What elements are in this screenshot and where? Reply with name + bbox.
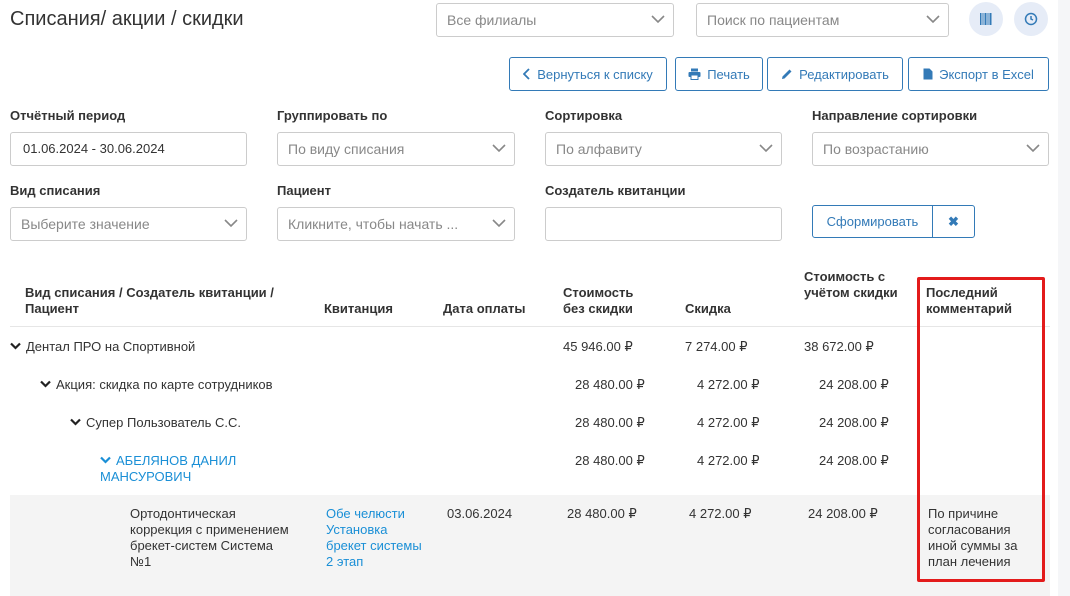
back-to-list-label: Вернуться к списку [537, 66, 653, 82]
print-icon [688, 68, 701, 80]
history-button[interactable] [1014, 2, 1048, 36]
branch-select[interactable]: Все филиалы [436, 3, 674, 37]
chevron-down-icon [70, 418, 81, 426]
sort-select-value: По алфавиту [556, 141, 642, 157]
edit-button[interactable]: Редактировать [767, 57, 903, 91]
scrollbar-track[interactable] [1058, 0, 1070, 596]
chevron-down-icon [492, 144, 506, 153]
chevron-down-icon [492, 219, 506, 228]
detail-pay-date: 03.06.2024 [447, 506, 513, 521]
barcode-icon [980, 13, 992, 25]
header-discount: Скидка [685, 301, 731, 316]
direction-label: Направление сортировки [812, 108, 978, 123]
back-to-list-button[interactable]: Вернуться к списку [509, 57, 667, 91]
detail-cost: 28 480.00 ₽ [567, 506, 637, 521]
sort-label: Сортировка [545, 108, 623, 123]
writeoff-type-label: Вид списания [10, 183, 101, 198]
row-discount: 4 272.00 ₽ [697, 377, 760, 392]
tree-row-branch[interactable]: Дентал ПРО на Спортивной [10, 339, 195, 355]
chevron-down-icon [40, 380, 51, 388]
print-label: Печать [707, 66, 750, 82]
detail-cost-after: 24 208.00 ₽ [808, 506, 878, 521]
patient-label: Пациент [277, 183, 332, 198]
tree-row-creator[interactable]: Супер Пользователь С.С. [70, 415, 241, 431]
page-title: Списания/ акции / скидки [10, 8, 244, 30]
chevron-down-icon [1026, 144, 1040, 153]
header-cost: Стоимость без скидки [563, 285, 634, 316]
export-excel-button[interactable]: Экспорт в Excel [908, 57, 1049, 91]
row-cost: 45 946.00 ₽ [563, 339, 633, 354]
direction-select-value: По возрастанию [823, 141, 929, 157]
chevron-down-icon [100, 456, 111, 464]
header-receipt: Квитанция [324, 301, 393, 316]
patient-search-select[interactable]: Поиск по пациентам [696, 3, 949, 37]
row-discount: 4 272.00 ₽ [697, 453, 760, 468]
header-type: Вид списания / Создатель квитанции / Пац… [25, 285, 274, 316]
row-cost: 28 480.00 ₽ [575, 415, 645, 430]
detail-service: Ортодонтическая коррекция с применением … [130, 506, 289, 569]
header-cost-after: Стоимость с учётом скидки [804, 269, 898, 300]
clear-button[interactable]: ✖ [932, 205, 975, 238]
tree-row-patient[interactable]: АБЕЛЯНОВ ДАНИЛ МАНСУРОВИЧ [100, 453, 270, 485]
chevron-down-icon [651, 15, 665, 24]
edit-label: Редактировать [799, 66, 889, 82]
comment-column-highlight [917, 277, 1045, 582]
chevron-down-icon [926, 15, 940, 24]
close-icon: ✖ [948, 213, 959, 229]
row-label: Дентал ПРО на Спортивной [26, 339, 196, 354]
row-label: Акция: скидка по карте сотрудников [56, 377, 273, 392]
patient-select[interactable]: Кликните, чтобы начать ... [277, 207, 515, 241]
patient-link[interactable]: АБЕЛЯНОВ ДАНИЛ МАНСУРОВИЧ [100, 453, 236, 484]
print-button[interactable]: Печать [675, 57, 763, 91]
writeoff-type-placeholder: Выберите значение [21, 216, 150, 232]
header-divider [10, 326, 1050, 327]
row-discount: 7 274.00 ₽ [685, 339, 748, 354]
sort-select[interactable]: По алфавиту [545, 132, 782, 166]
direction-select[interactable]: По возрастанию [812, 132, 1049, 166]
row-cost-after: 24 208.00 ₽ [819, 453, 889, 468]
period-input[interactable]: 01.06.2024 - 30.06.2024 [10, 132, 247, 166]
creator-label: Создатель квитанции [545, 183, 686, 198]
clock-icon [1024, 12, 1038, 26]
group-select-value: По виду списания [288, 141, 405, 157]
branch-select-value: Все филиалы [447, 12, 537, 28]
file-icon [923, 68, 933, 80]
row-cost-after: 24 208.00 ₽ [819, 415, 889, 430]
barcode-button[interactable] [969, 2, 1003, 36]
row-cost-after: 38 672.00 ₽ [804, 339, 874, 354]
header-pay-date: Дата оплаты [443, 301, 526, 316]
period-label: Отчётный период [10, 108, 126, 123]
patient-placeholder: Кликните, чтобы начать ... [288, 216, 459, 232]
group-select[interactable]: По виду списания [277, 132, 515, 166]
patient-search-placeholder: Поиск по пациентам [707, 12, 840, 28]
row-cost-after: 24 208.00 ₽ [819, 377, 889, 392]
writeoff-type-select[interactable]: Выберите значение [10, 207, 247, 241]
row-label: Супер Пользователь С.С. [86, 415, 241, 430]
chevron-down-icon [224, 219, 238, 228]
submit-button[interactable]: Сформировать [812, 205, 933, 238]
group-label: Группировать по [277, 108, 388, 123]
tree-row-promo[interactable]: Акция: скидка по карте сотрудников [40, 377, 273, 393]
detail-receipt-link[interactable]: Обе челюсти Установка брекет системы 2 э… [326, 506, 426, 570]
detail-discount: 4 272.00 ₽ [689, 506, 752, 521]
row-cost: 28 480.00 ₽ [575, 377, 645, 392]
creator-input[interactable] [545, 207, 782, 241]
export-excel-label: Экспорт в Excel [939, 66, 1034, 82]
chevron-left-icon [523, 68, 530, 80]
row-cost: 28 480.00 ₽ [575, 453, 645, 468]
chevron-down-icon [10, 342, 21, 350]
chevron-down-icon [759, 144, 773, 153]
pencil-icon [782, 69, 792, 79]
row-discount: 4 272.00 ₽ [697, 415, 760, 430]
